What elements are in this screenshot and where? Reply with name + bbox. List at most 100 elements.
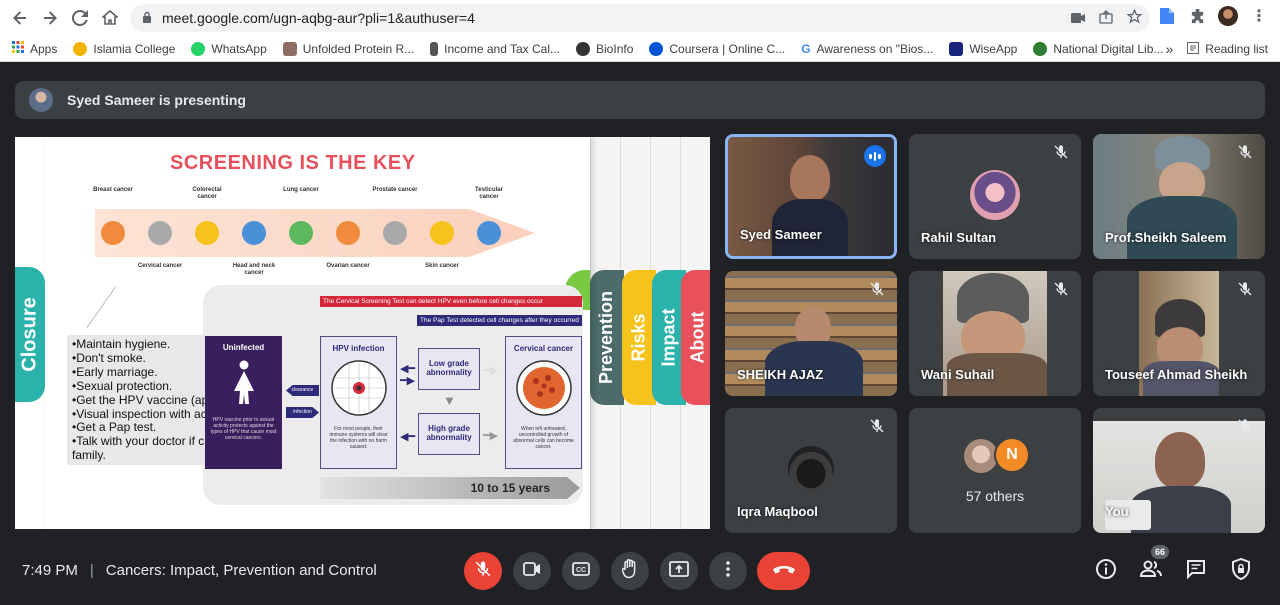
- presenter-avatar: [29, 88, 53, 112]
- home-icon[interactable]: [95, 3, 125, 33]
- info-icon: [1095, 558, 1117, 585]
- participant-tile[interactable]: Iqra Maqbool: [725, 408, 897, 533]
- back-icon[interactable]: [5, 3, 35, 33]
- bookmark-unfolded-protein[interactable]: Unfolded Protein R...: [282, 41, 414, 56]
- participant-tile[interactable]: Touseef Ahmad Sheikh: [1093, 271, 1265, 396]
- more-options-button[interactable]: [709, 552, 747, 590]
- bookmark-bioinfo[interactable]: BioInfo: [576, 41, 633, 56]
- dot-label: Lung cancer: [283, 187, 319, 193]
- present-screen-button[interactable]: [660, 552, 698, 590]
- islamia-college-icon: [73, 41, 88, 56]
- reading-list-button[interactable]: Reading list: [1187, 41, 1268, 57]
- participant-name: Prof.Sheikh Saleem: [1105, 230, 1227, 245]
- participant-tile[interactable]: SHEIKH AJAZ: [725, 271, 897, 396]
- screening-dot: [195, 221, 219, 245]
- forward-icon[interactable]: [35, 3, 65, 33]
- participant-avatar: [970, 170, 1020, 220]
- clearance-arrow: clearance: [286, 385, 319, 396]
- people-button[interactable]: [1139, 559, 1163, 583]
- screening-dot: [336, 221, 360, 245]
- globe-icon: [576, 41, 591, 56]
- presenting-text: Syed Sameer is presenting: [67, 92, 246, 108]
- prevention-bullets: •Maintain hygiene. •Don't smoke. •Early …: [67, 335, 207, 465]
- url-text: meet.google.com/ugn-aqbg-aur?pli=1&authu…: [162, 10, 475, 26]
- national-digital-lib-icon: [1033, 41, 1048, 56]
- self-tile[interactable]: You: [1093, 408, 1265, 533]
- presenting-banner: Syed Sameer is presenting: [15, 81, 1265, 119]
- bookmark-apps[interactable]: Apps: [12, 41, 57, 56]
- profile-avatar[interactable]: [1218, 6, 1238, 26]
- woman-figure-icon: [205, 360, 282, 409]
- screening-dot: [430, 221, 454, 245]
- infected-cell-icon: [321, 359, 396, 422]
- screening-dot: [383, 221, 407, 245]
- more-bookmarks-button[interactable]: »: [1166, 41, 1174, 57]
- bookmark-awareness[interactable]: G Awareness on "Bios...: [801, 42, 933, 56]
- unfolded-protein-icon: [282, 41, 297, 56]
- hang-up-icon: [772, 562, 796, 580]
- participant-name: Wani Suhail: [921, 367, 995, 382]
- camera-toggle-button[interactable]: [513, 552, 551, 590]
- participant-figure: [1127, 196, 1237, 259]
- extensions-puzzle-icon[interactable]: [1188, 7, 1206, 25]
- reload-icon[interactable]: [65, 3, 95, 33]
- leave-call-button[interactable]: [757, 552, 810, 590]
- more-vert-icon: [726, 560, 730, 582]
- bookmark-wiseapp[interactable]: WiseApp: [949, 41, 1017, 56]
- share-icon[interactable]: [1099, 9, 1113, 27]
- mic-muted-icon: [869, 281, 885, 297]
- people-count-badge: 66: [1151, 545, 1169, 559]
- mic-muted-icon: [869, 418, 885, 434]
- chat-button[interactable]: [1184, 559, 1208, 583]
- dot-label: Cervical cancer: [137, 263, 183, 269]
- tab-closure: Closure: [15, 267, 45, 402]
- bookmark-whatsapp[interactable]: WhatsApp: [191, 41, 267, 56]
- docs-extension-icon[interactable]: [1158, 7, 1176, 25]
- timeline-years-bar: 10 to 15 years: [320, 477, 580, 499]
- coursera-icon: [649, 41, 664, 56]
- participant-tile[interactable]: Syed Sameer: [725, 134, 897, 259]
- mic-muted-icon: [1237, 281, 1253, 297]
- participant-tile[interactable]: Wani Suhail: [909, 271, 1081, 396]
- participant-name: Rahil Sultan: [921, 230, 997, 245]
- others-tile[interactable]: N 57 others: [909, 408, 1081, 533]
- mic-off-icon: [474, 560, 492, 583]
- bookmark-star-icon[interactable]: [1126, 8, 1143, 27]
- arrow-right-icon: ━▶: [483, 430, 499, 442]
- screening-test-banner: The Cervical Screening Test can detect H…: [320, 296, 582, 307]
- tab-prevention: Prevention: [590, 270, 624, 405]
- bookmark-income-tax[interactable]: Income and Tax Cal...: [430, 41, 560, 56]
- screening-dot: [242, 221, 266, 245]
- bookmark-coursera[interactable]: Coursera | Online C...: [649, 41, 785, 56]
- participant-name: Touseef Ahmad Sheikh: [1105, 367, 1248, 382]
- raise-hand-button[interactable]: [611, 552, 649, 590]
- present-arrow-icon: [669, 560, 689, 582]
- screening-dot: [148, 221, 172, 245]
- others-count: 57 others: [965, 488, 1025, 504]
- host-controls-button[interactable]: [1229, 557, 1253, 583]
- captions-button[interactable]: CC: [562, 552, 600, 590]
- separator: |: [89, 562, 94, 579]
- dot-label: Testicular cancer: [475, 187, 503, 200]
- kebab-menu-icon[interactable]: ⋮: [1250, 7, 1268, 25]
- arrow-right-icon: ━▶: [483, 365, 499, 377]
- participant-name: Iqra Maqbool: [737, 504, 818, 519]
- mic-muted-icon: [1237, 418, 1253, 434]
- mic-toggle-button[interactable]: [464, 552, 502, 590]
- bookmark-national-digital-lib[interactable]: National Digital Lib...: [1033, 41, 1163, 56]
- participant-tile[interactable]: Rahil Sultan: [909, 134, 1081, 259]
- arrow-left-icon: ◀━: [400, 431, 416, 443]
- presentation-slide[interactable]: Prevention Risks Impact About Closure SC…: [15, 137, 710, 529]
- participant-tile[interactable]: Prof.Sheikh Saleem: [1093, 134, 1265, 259]
- bookmark-islamia-college[interactable]: Islamia College: [73, 41, 175, 56]
- screening-dot: [289, 221, 313, 245]
- people-icon: [1139, 559, 1163, 584]
- arrow-down-icon: ▼: [443, 393, 456, 408]
- chat-icon: [1186, 559, 1206, 584]
- meeting-details-button[interactable]: [1094, 558, 1118, 585]
- dot-label: Prostate cancer: [372, 187, 418, 193]
- address-bar[interactable]: meet.google.com/ugn-aqbg-aur?pli=1&authu…: [130, 4, 1150, 32]
- camera-indicator-icon[interactable]: [1071, 10, 1085, 26]
- mic-muted-icon: [1237, 144, 1253, 160]
- speaking-indicator-icon: [864, 145, 886, 167]
